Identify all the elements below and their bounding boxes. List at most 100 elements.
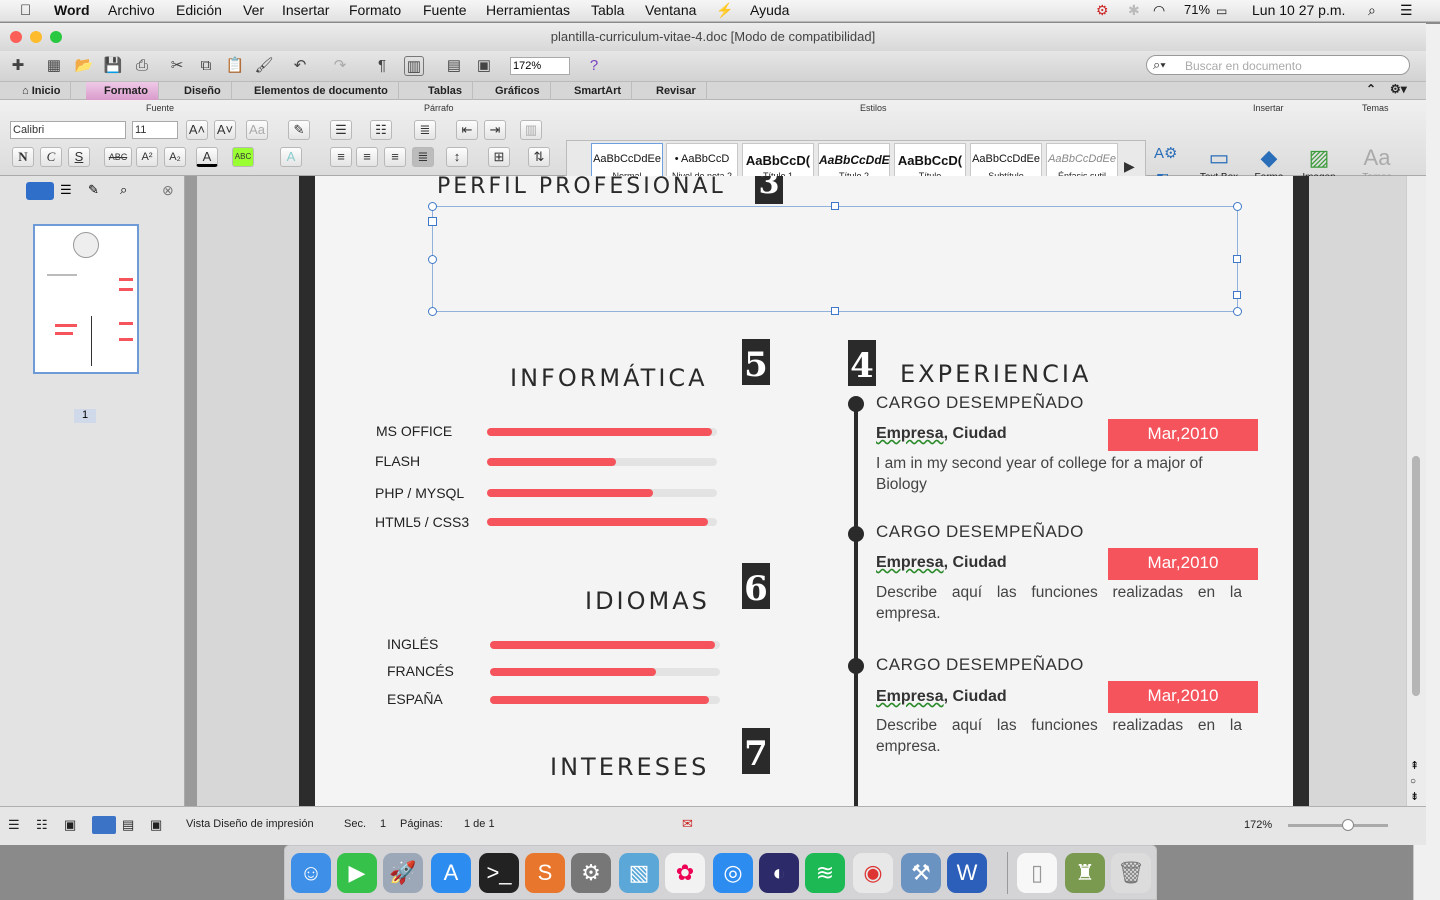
format-painter-icon[interactable]: 🖌 xyxy=(254,56,274,76)
tab-smartart[interactable]: SmartArt xyxy=(564,82,633,100)
draft-view-icon[interactable]: ☰ xyxy=(8,817,20,833)
superscript-button[interactable]: A² xyxy=(136,147,158,167)
paste-icon[interactable]: 📋 xyxy=(225,56,245,76)
scroll-thumb[interactable] xyxy=(1412,456,1420,696)
multilevel-list-icon[interactable]: ≣ xyxy=(414,120,436,140)
align-right-icon[interactable]: ≡ xyxy=(384,147,406,167)
cut-icon[interactable]: ✂ xyxy=(167,56,187,76)
menu-archivo[interactable]: Archivo xyxy=(108,2,155,18)
bluetooth-icon[interactable]: ✱ xyxy=(1128,2,1140,19)
tab-graficos[interactable]: Gráficos xyxy=(485,82,551,100)
menu-ver[interactable]: Ver xyxy=(243,2,264,18)
search-field[interactable]: ⌕▾ Buscar en documento xyxy=(1146,55,1410,75)
clear-format-icon[interactable]: ✎ xyxy=(288,120,310,140)
battery-icon[interactable]: ▭ xyxy=(1216,4,1227,18)
zoom-window-button[interactable] xyxy=(50,31,62,43)
downloads-icon[interactable]: ♜ xyxy=(1065,853,1105,893)
script-menu-icon[interactable]: ⚡ xyxy=(716,2,733,19)
scroll-next-page-icon[interactable]: ⇟ xyxy=(1410,790,1419,803)
font-color-icon[interactable]: A xyxy=(196,147,218,167)
wifi-icon[interactable]: ◠ xyxy=(1153,2,1165,19)
show-formatting-icon[interactable]: ¶ xyxy=(372,56,392,76)
grow-font-icon[interactable]: A˄ xyxy=(186,120,208,140)
menu-herramientas[interactable]: Herramientas xyxy=(486,2,570,18)
close-window-button[interactable] xyxy=(10,31,22,43)
finder-icon[interactable]: ☺ xyxy=(291,853,331,893)
safari-icon[interactable]: ◎ xyxy=(713,853,753,893)
font-size-select[interactable]: 11 xyxy=(132,121,178,139)
numbering-icon[interactable]: ☷ xyxy=(370,120,392,140)
change-case-icon[interactable]: Aa xyxy=(246,120,268,140)
launchpad-icon[interactable]: 🚀 xyxy=(383,853,423,893)
tab-formato[interactable]: Formato xyxy=(86,82,159,100)
line-spacing-icon[interactable]: ↕ xyxy=(446,147,468,167)
trash-icon[interactable]: 🗑 xyxy=(1111,853,1151,893)
menu-ayuda[interactable]: Ayuda xyxy=(750,2,789,18)
app-store-icon[interactable]: A xyxy=(431,853,471,893)
font-name-select[interactable]: Calibri xyxy=(10,121,126,139)
borders-icon[interactable]: ⊞ xyxy=(488,147,510,167)
sublime-icon[interactable]: S xyxy=(525,853,565,893)
sort-icon[interactable]: ⇅ xyxy=(528,147,550,167)
notebook-view-icon[interactable]: ▤ xyxy=(122,817,134,833)
zoom-slider-knob[interactable] xyxy=(1342,819,1354,831)
proofing-icon[interactable]: ✉ xyxy=(682,816,693,832)
selected-textbox[interactable] xyxy=(428,202,1242,316)
new-document-icon[interactable]: ✚ xyxy=(8,56,28,76)
vertical-scrollbar[interactable]: ⇞ ○ ⇟ xyxy=(1406,176,1426,806)
text-effects-icon[interactable]: A xyxy=(280,147,302,167)
increase-indent-icon[interactable]: ⇥ xyxy=(484,120,506,140)
chrome-icon[interactable]: ◉ xyxy=(853,853,893,893)
eclipse-icon[interactable]: ◐ xyxy=(759,853,799,893)
underline-button[interactable]: S xyxy=(68,147,90,167)
tab-diseno[interactable]: Diseño xyxy=(174,82,232,100)
toolbox-icon[interactable]: ▣ xyxy=(474,56,494,76)
tab-revisar[interactable]: Revisar xyxy=(646,82,707,100)
minimize-window-button[interactable] xyxy=(30,31,42,43)
outline-view-icon[interactable]: ☰ xyxy=(60,182,72,198)
help-icon[interactable]: ? xyxy=(584,56,604,76)
templates-icon[interactable]: ▦ xyxy=(44,56,64,76)
spotlight-icon[interactable]: ⌕ xyxy=(1368,2,1376,19)
menu-tabla[interactable]: Tabla xyxy=(591,2,624,18)
bold-button[interactable]: N xyxy=(12,147,34,167)
scroll-prev-page-icon[interactable]: ⇞ xyxy=(1410,759,1419,772)
styles-next-icon[interactable]: ▶ xyxy=(1124,158,1135,175)
publishing-view-icon[interactable]: ▣ xyxy=(64,817,76,833)
highlight-icon[interactable]: ABC xyxy=(232,147,254,167)
italic-button[interactable]: C xyxy=(40,147,62,167)
search-pane-icon[interactable]: ⌕ xyxy=(120,182,127,198)
page-thumbnail[interactable] xyxy=(33,224,139,374)
subscript-button[interactable]: A₂ xyxy=(164,147,186,167)
menu-insertar[interactable]: Insertar xyxy=(282,2,329,18)
word-icon[interactable]: W xyxy=(947,853,987,893)
menu-edicion[interactable]: Edición xyxy=(176,2,222,18)
redo-icon[interactable]: ↷ xyxy=(330,56,350,76)
app-menu[interactable]: Word xyxy=(54,2,90,18)
document-icon[interactable]: ▯ xyxy=(1017,853,1057,893)
sidebar-toggle-icon[interactable]: ▥ xyxy=(404,56,424,76)
open-icon[interactable]: 📂 xyxy=(74,56,94,76)
tab-inicio[interactable]: ⌂ Inicio xyxy=(12,82,72,100)
decrease-indent-icon[interactable]: ⇤ xyxy=(456,120,478,140)
focus-view-icon[interactable]: ▣ xyxy=(150,817,162,833)
copy-icon[interactable]: ⧉ xyxy=(196,56,216,76)
clock[interactable]: Lun 10 27 p.m. xyxy=(1252,2,1345,18)
notification-center-icon[interactable]: ☰ xyxy=(1400,2,1413,19)
align-left-icon[interactable]: ≡ xyxy=(330,147,352,167)
menu-ventana[interactable]: Ventana xyxy=(645,2,696,18)
justify-icon[interactable]: ≣ xyxy=(412,147,434,167)
undo-icon[interactable]: ↶ xyxy=(290,56,310,76)
browse-object-icon[interactable]: ○ xyxy=(1410,776,1416,787)
facetime-icon[interactable]: ▶ xyxy=(337,853,377,893)
align-center-icon[interactable]: ≡ xyxy=(356,147,378,167)
zoom-select[interactable]: 172% xyxy=(510,57,570,75)
photos-icon[interactable]: ✿ xyxy=(665,853,705,893)
tab-elementos[interactable]: Elementos de documento xyxy=(244,82,399,100)
preview-icon[interactable]: ▧ xyxy=(619,853,659,893)
gallery-icon[interactable]: ▤ xyxy=(444,56,464,76)
thumbnail-view-icon[interactable] xyxy=(26,182,54,200)
terminal-icon[interactable]: >_ xyxy=(479,853,519,893)
zoom-slider[interactable] xyxy=(1288,819,1388,831)
strikethrough-button[interactable]: ABC xyxy=(104,147,132,167)
